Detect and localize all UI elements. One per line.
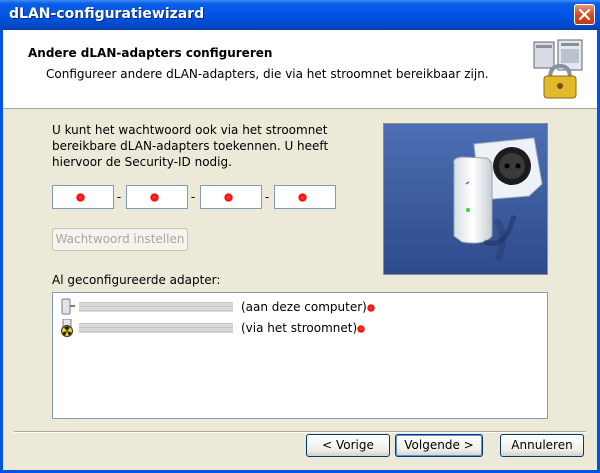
adapter-photo	[383, 123, 548, 275]
adapter-powerline-icon	[61, 319, 73, 337]
separator: -	[190, 190, 196, 204]
marker-dot	[298, 193, 307, 202]
next-button[interactable]: Volgende >	[395, 434, 483, 457]
close-icon	[578, 8, 591, 21]
set-password-button[interactable]: Wachtwoord instellen	[52, 228, 188, 251]
separator: -	[116, 190, 122, 204]
marker-dot	[357, 325, 365, 333]
adapter-status: (aan deze computer)	[241, 300, 367, 314]
close-button[interactable]	[574, 4, 595, 25]
adapter-computer-icon	[61, 298, 75, 315]
intro-text: U kunt het wachtwoord ook via het stroom…	[52, 123, 329, 169]
separator: -	[264, 190, 270, 204]
header-subtitle: Configureer andere dLAN-adapters, die vi…	[46, 67, 489, 81]
marker-dot	[150, 193, 159, 202]
marker-dot	[367, 304, 375, 312]
marker-dot	[224, 193, 233, 202]
security-id-field-1[interactable]	[52, 185, 114, 209]
cancel-button[interactable]: Annuleren	[500, 434, 584, 457]
adapters-lock-icon	[533, 39, 583, 99]
security-id-field-3[interactable]	[200, 185, 262, 209]
marker-dot	[76, 193, 85, 202]
adapter-list[interactable]: (aan deze computer) (via het stroomnet)	[52, 292, 548, 419]
adapter-name-redacted	[79, 323, 233, 333]
wizard-header: Andere dLAN-adapters configureren Config…	[3, 30, 597, 109]
adapter-name-redacted	[79, 302, 233, 312]
footer-divider	[14, 431, 586, 433]
adapters-label: Al geconfigureerde adapter:	[52, 273, 221, 287]
security-id-field-4[interactable]	[274, 185, 336, 209]
security-id-field-2[interactable]	[126, 185, 188, 209]
adapter-status: (via het stroomnet)	[241, 321, 358, 335]
window-title: dLAN-configuratiewizard	[9, 6, 205, 22]
title-bar[interactable]: dLAN-configuratiewizard	[0, 0, 600, 30]
header-title: Andere dLAN-adapters configureren	[28, 46, 273, 60]
back-button[interactable]: < Vorige	[306, 434, 390, 457]
